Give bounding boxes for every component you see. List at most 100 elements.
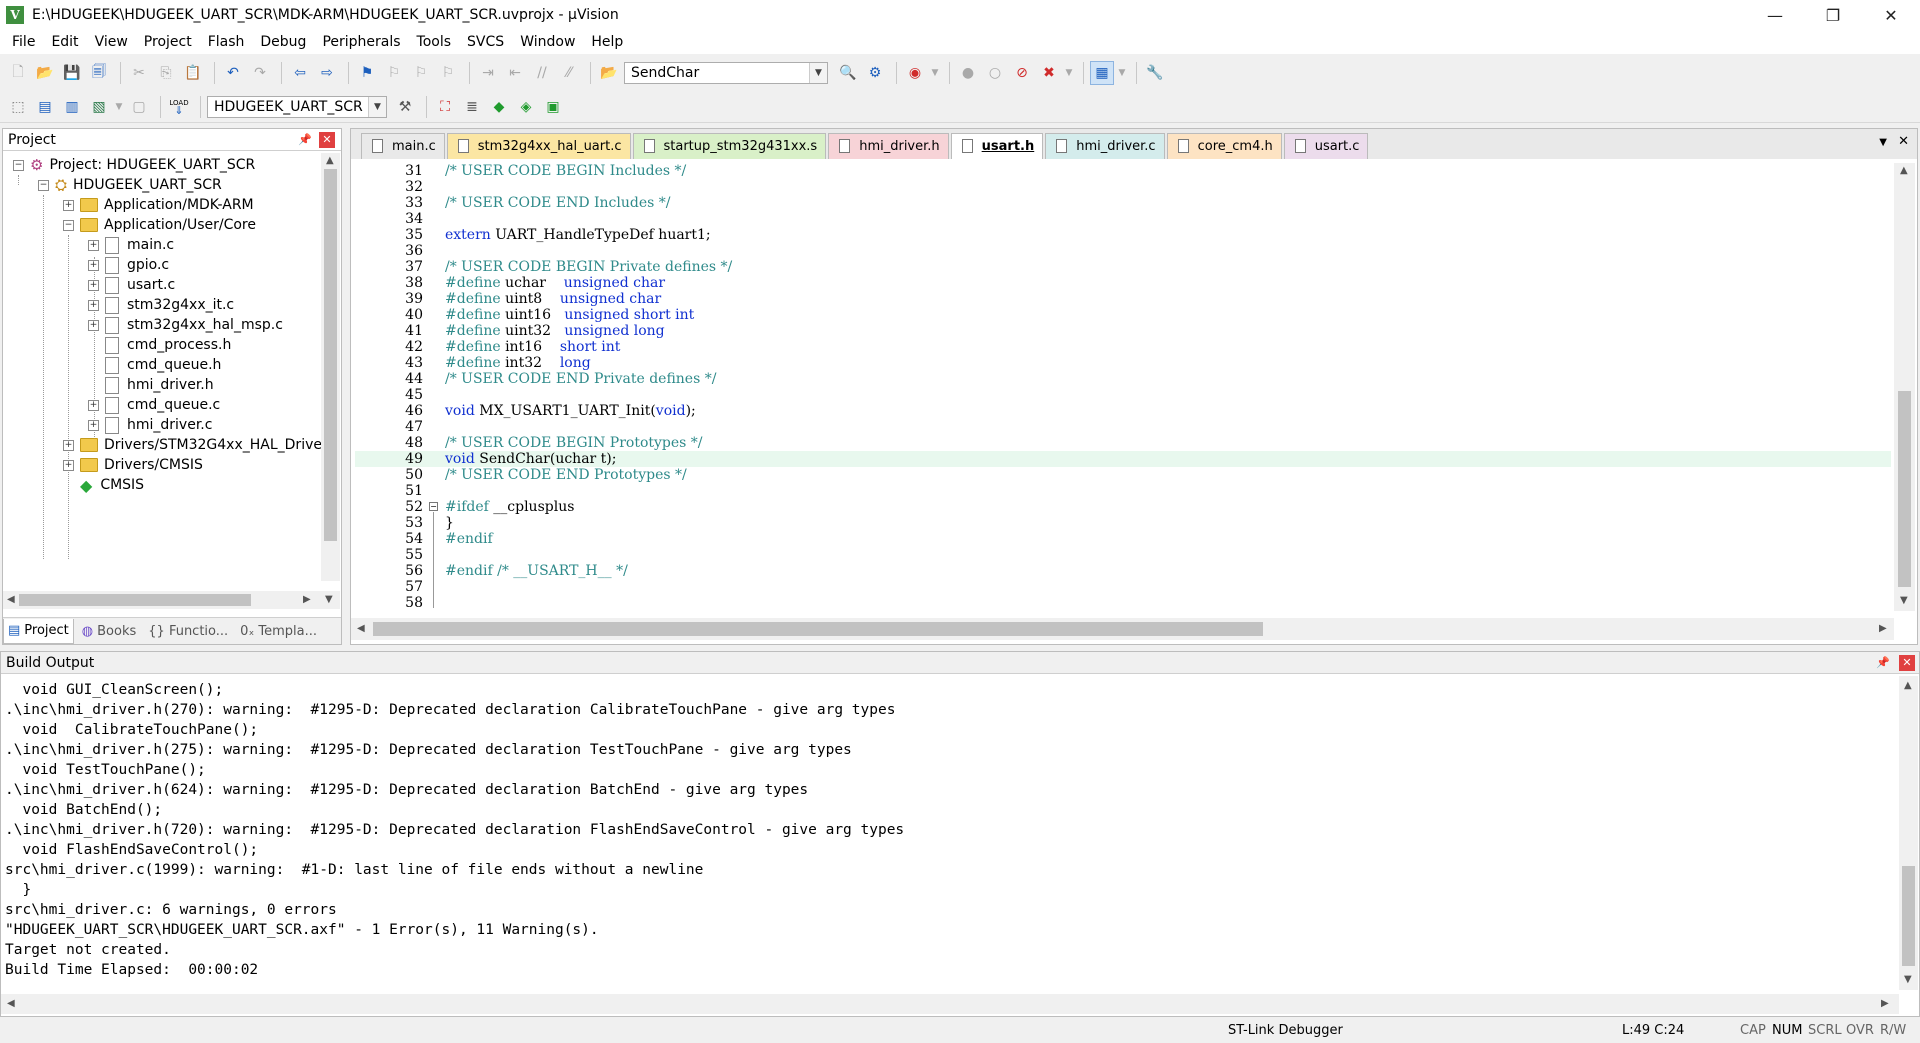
code-editor[interactable]: 31 /* USER CODE BEGIN Includes */ 32 33 /* U… bbox=[355, 163, 1891, 611]
scroll-right-icon[interactable]: ▶ bbox=[303, 594, 311, 605]
configure-icon[interactable]: 🔧 bbox=[1143, 61, 1167, 85]
scroll-thumb[interactable] bbox=[19, 594, 251, 606]
incremental-find-icon[interactable]: ⚙ bbox=[863, 61, 887, 85]
code-line[interactable]: 53} bbox=[355, 515, 1891, 531]
scroll-up-icon[interactable]: ▲ bbox=[1904, 680, 1912, 691]
find-icon[interactable]: 🔍 bbox=[836, 61, 860, 85]
tab-templates[interactable]: 0ₓ Templa... bbox=[236, 619, 321, 644]
code-line[interactable]: 52 #ifdef __cplusplus bbox=[355, 499, 1891, 515]
kill-breakpoints-icon[interactable]: ✖ bbox=[1037, 61, 1061, 85]
menu-peripherals[interactable]: Peripherals bbox=[314, 34, 408, 50]
code-line[interactable]: 40 #define uint16 unsigned short int bbox=[355, 307, 1891, 323]
pin-icon[interactable]: 📌 bbox=[297, 132, 313, 148]
output-vertical-scrollbar[interactable]: ▲ ▼ bbox=[1899, 676, 1918, 990]
manage-components-icon[interactable]: ⛶ bbox=[433, 95, 457, 119]
cut-icon[interactable]: ✂ bbox=[127, 61, 151, 85]
download-icon[interactable]: LOAD ⇓ bbox=[167, 95, 191, 119]
code-line[interactable]: 49 void SendChar(uchar t); bbox=[355, 451, 1891, 467]
translate-icon[interactable]: ⬚ bbox=[6, 95, 30, 119]
code-line[interactable]: 48 /* USER CODE BEGIN Prototypes */ bbox=[355, 435, 1891, 451]
code-line[interactable]: 35 extern UART_HandleTypeDef huart1; bbox=[355, 227, 1891, 243]
code-line[interactable]: 37 /* USER CODE BEGIN Private defines */ bbox=[355, 259, 1891, 275]
code-line[interactable]: 38 #define uchar unsigned char bbox=[355, 275, 1891, 291]
maximize-button[interactable]: ❐ bbox=[1804, 0, 1862, 30]
scroll-left-icon[interactable]: ◀ bbox=[7, 998, 15, 1009]
close-icon[interactable]: ✕ bbox=[1899, 654, 1915, 671]
code-line[interactable]: 56 #endif /* __USART_H__ */ bbox=[355, 563, 1891, 579]
close-window-button[interactable]: ✕ bbox=[1862, 0, 1920, 30]
expand-icon[interactable]: + bbox=[63, 439, 74, 451]
batch-build-icon[interactable]: ▧ bbox=[87, 95, 111, 119]
collapse-icon[interactable]: − bbox=[13, 159, 24, 171]
code-line[interactable]: 46 void MX_USART1_UART_Init(void); bbox=[355, 403, 1891, 419]
menu-debug[interactable]: Debug bbox=[252, 34, 314, 50]
find-combo[interactable]: SendChar ▼ bbox=[624, 62, 828, 84]
open-file-icon[interactable]: 📂 bbox=[33, 61, 57, 85]
expand-icon[interactable]: + bbox=[88, 259, 99, 271]
uncomment-icon[interactable]: ⁄⁄ bbox=[557, 61, 581, 85]
code-line[interactable]: 36 bbox=[355, 243, 1891, 259]
scroll-up-icon[interactable]: ▲ bbox=[326, 155, 334, 166]
target-select[interactable]: HDUGEEK_UART_SCR ▼ bbox=[207, 95, 387, 118]
code-line[interactable]: 39 #define uint8 unsigned char bbox=[355, 291, 1891, 307]
editor-horizontal-scrollbar[interactable]: ◀ ▶ bbox=[351, 618, 1894, 640]
scroll-left-icon[interactable]: ◀ bbox=[357, 623, 365, 634]
scroll-right-icon[interactable]: ▶ bbox=[1879, 623, 1887, 634]
tab-hmi-driver-c[interactable]: hmi_driver.c bbox=[1045, 133, 1165, 159]
menu-project[interactable]: Project bbox=[136, 34, 200, 50]
run-time-environment-icon[interactable]: ▣ bbox=[541, 95, 565, 119]
clear-bookmarks-icon[interactable]: ⚐ bbox=[436, 61, 460, 85]
code-line[interactable]: 58 bbox=[355, 595, 1891, 611]
select-software-packs-icon[interactable]: ◈ bbox=[514, 95, 538, 119]
fold-marker-icon[interactable]: − bbox=[429, 502, 438, 511]
save-icon[interactable]: 💾 bbox=[60, 61, 84, 85]
scroll-down-icon[interactable]: ▼ bbox=[1900, 595, 1908, 606]
chevron-down-icon[interactable]: ▼ bbox=[368, 96, 386, 117]
editor-vertical-scrollbar[interactable]: ▲ ▼ bbox=[1894, 163, 1915, 611]
expand-icon[interactable]: + bbox=[88, 319, 99, 331]
expand-icon[interactable]: + bbox=[63, 459, 74, 471]
menu-view[interactable]: View bbox=[87, 34, 136, 50]
output-horizontal-scrollbar[interactable]: ◀ ▶ bbox=[1, 994, 1899, 1014]
tab-list-dropdown-icon[interactable]: ▼ bbox=[1879, 137, 1887, 148]
expand-icon[interactable]: + bbox=[88, 239, 99, 251]
minimize-button[interactable]: — bbox=[1746, 0, 1804, 30]
code-line[interactable]: 44 /* USER CODE END Private defines */ bbox=[355, 371, 1891, 387]
pin-icon[interactable]: 📌 bbox=[1875, 655, 1891, 671]
project-vertical-scrollbar[interactable]: ▲ bbox=[321, 153, 340, 581]
code-line[interactable]: 54 #endif bbox=[355, 531, 1891, 547]
scroll-down-icon[interactable]: ▼ bbox=[1904, 974, 1912, 985]
undo-icon[interactable]: ↶ bbox=[221, 61, 245, 85]
paste-icon[interactable]: 📋 bbox=[181, 61, 205, 85]
code-line[interactable]: 34 bbox=[355, 211, 1891, 227]
collapse-icon[interactable]: − bbox=[38, 179, 49, 191]
window-layout-icon[interactable]: ▦ bbox=[1090, 61, 1114, 85]
close-icon[interactable]: ✕ bbox=[319, 131, 335, 148]
code-line[interactable]: 32 bbox=[355, 179, 1891, 195]
scroll-left-icon[interactable]: ◀ bbox=[7, 594, 15, 605]
tab-books[interactable]: ◍ Books bbox=[78, 619, 140, 644]
code-line[interactable]: 47 bbox=[355, 419, 1891, 435]
code-line[interactable]: 57 bbox=[355, 579, 1891, 595]
indent-icon[interactable]: ⇥ bbox=[476, 61, 500, 85]
batch-dropdown-icon[interactable]: ▼ bbox=[114, 95, 124, 119]
manage-project-items-icon[interactable]: ≣ bbox=[460, 95, 484, 119]
pack-installer-icon[interactable]: ◆ bbox=[487, 95, 511, 119]
code-line[interactable]: 45 bbox=[355, 387, 1891, 403]
copy-icon[interactable]: ⎘ bbox=[154, 61, 178, 85]
code-line[interactable]: 33 /* USER CODE END Includes */ bbox=[355, 195, 1891, 211]
code-line[interactable]: 51 bbox=[355, 483, 1891, 499]
target-options-icon[interactable]: ⚒ bbox=[393, 95, 417, 119]
tab-core-cm4-h[interactable]: core_cm4.h bbox=[1166, 133, 1282, 159]
next-bookmark-icon[interactable]: ⚐ bbox=[409, 61, 433, 85]
bookmark-icon[interactable]: ⚑ bbox=[355, 61, 379, 85]
navigate-back-icon[interactable]: ⇦ bbox=[288, 61, 312, 85]
chevron-down-icon[interactable]: ▼ bbox=[809, 63, 827, 83]
expand-icon[interactable]: + bbox=[88, 299, 99, 311]
tab-project[interactable]: ▤ Project bbox=[3, 618, 74, 644]
breakpoint-dropdown-icon[interactable]: ▼ bbox=[1064, 61, 1074, 85]
code-line[interactable]: 41 #define uint32 unsigned long bbox=[355, 323, 1891, 339]
debug-session-icon[interactable]: ◉ bbox=[903, 61, 927, 85]
expand-icon[interactable]: + bbox=[88, 399, 99, 411]
menu-tools[interactable]: Tools bbox=[409, 34, 460, 50]
